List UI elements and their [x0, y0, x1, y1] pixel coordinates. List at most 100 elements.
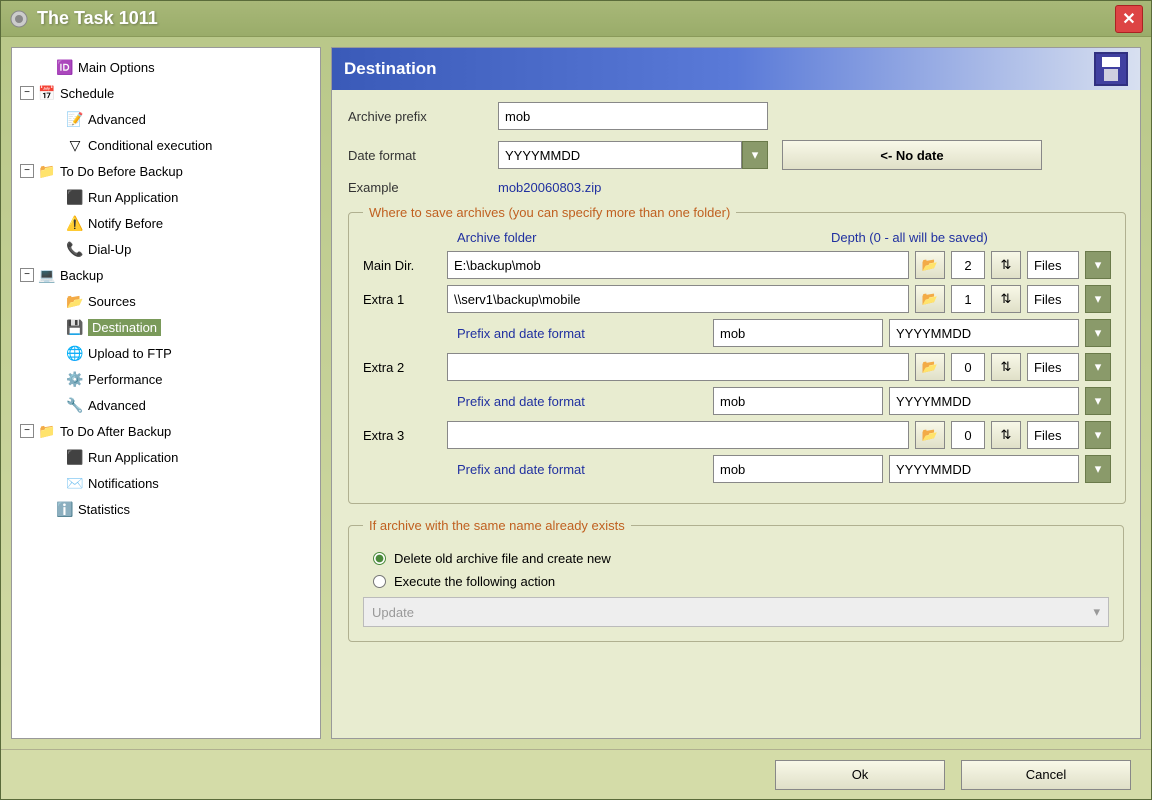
action-select-value: Update [372, 605, 414, 620]
updown-icon: ⇅ [1001, 427, 1012, 443]
radio-execute-row[interactable]: Execute the following action [373, 574, 1109, 589]
dir-path-input[interactable] [447, 353, 909, 381]
radio-execute[interactable] [373, 575, 386, 588]
dir-row-label: Extra 2 [363, 360, 441, 375]
tree-label: Notifications [88, 476, 159, 491]
prefix-input[interactable] [713, 319, 883, 347]
schedule-icon: 📅 [38, 84, 56, 102]
tree-node-conditional-execution[interactable]: ▽Conditional execution [16, 132, 316, 158]
tree-node-backup[interactable]: −💻Backup [16, 262, 316, 288]
tree-toggle[interactable]: − [20, 268, 34, 282]
unit-input[interactable] [1027, 251, 1079, 279]
tree-label: Upload to FTP [88, 346, 172, 361]
tree-label: Performance [88, 372, 162, 387]
tree-label: Statistics [78, 502, 130, 517]
radio-delete-row[interactable]: Delete old archive file and create new [373, 551, 1109, 566]
dir-row: Extra 3📂⇅▾ [363, 421, 1111, 449]
browse-button[interactable]: 📂 [915, 421, 945, 449]
depth-stepper[interactable]: ⇅ [991, 251, 1021, 279]
date-format-input[interactable] [498, 141, 742, 169]
dir-row: Extra 2 📂 ⇅ ▾ [363, 353, 1111, 381]
dfmt-dropdown[interactable]: ▾ [1085, 455, 1111, 483]
unit-input[interactable] [1027, 353, 1079, 381]
action-select: Update ▾ [363, 597, 1109, 627]
dfmt-input[interactable] [889, 387, 1079, 415]
unit-dropdown[interactable]: ▾ [1085, 251, 1111, 279]
nav-tree[interactable]: 🆔Main Options−📅Schedule📝Advanced▽Conditi… [11, 47, 321, 739]
tree-toggle[interactable]: − [20, 424, 34, 438]
unit-dropdown[interactable]: ▾ [1085, 353, 1111, 381]
unit-input[interactable] [1027, 421, 1079, 449]
tree-node-statistics[interactable]: ℹ️Statistics [16, 496, 316, 522]
tree-node-upload-to-ftp[interactable]: 🌐Upload to FTP [16, 340, 316, 366]
unit-dropdown[interactable]: ▾ [1085, 421, 1111, 449]
tree-node-advanced[interactable]: 📝Advanced [16, 106, 316, 132]
dir-path-input[interactable] [447, 285, 909, 313]
depth-stepper[interactable]: ⇅ [991, 285, 1021, 313]
tree-node-to-do-before-backup[interactable]: −📁To Do Before Backup [16, 158, 316, 184]
unit-input[interactable] [1027, 285, 1079, 313]
tree-node-to-do-after-backup[interactable]: −📁To Do After Backup [16, 418, 316, 444]
cancel-button[interactable]: Cancel [961, 760, 1131, 790]
depth-stepper[interactable]: ⇅ [991, 421, 1021, 449]
archive-exists-legend: If archive with the same name already ex… [363, 518, 631, 533]
tree-node-notifications[interactable]: ✉️Notifications [16, 470, 316, 496]
tree-label: Notify Before [88, 216, 163, 231]
tree-toggle[interactable]: − [20, 164, 34, 178]
tree-node-run-application[interactable]: ⬛Run Application [16, 184, 316, 210]
browse-button[interactable]: 📂 [915, 251, 945, 279]
tree-node-destination[interactable]: 💾Destination [16, 314, 316, 340]
advanced2-icon: 🔧 [66, 396, 84, 414]
date-format-dropdown[interactable]: ▾ [742, 141, 768, 169]
tree-node-sources[interactable]: 📂Sources [16, 288, 316, 314]
depth-input[interactable] [951, 285, 985, 313]
dir-row-label: Main Dir. [363, 258, 441, 273]
folder-open-icon: 📂 [922, 291, 938, 307]
tree-node-dial-up[interactable]: 📞Dial-Up [16, 236, 316, 262]
tree-node-main-options[interactable]: 🆔Main Options [16, 54, 316, 80]
browse-button[interactable]: 📂 [915, 285, 945, 313]
dir-row: Extra 1 📂 ⇅ ▾ [363, 285, 1111, 313]
tree-label: To Do After Backup [60, 424, 171, 439]
close-button[interactable]: ✕ [1115, 5, 1143, 33]
console-icon: ⬛ [66, 448, 84, 466]
dir-path-input[interactable] [447, 251, 909, 279]
console-icon: ⬛ [66, 188, 84, 206]
prefix-input[interactable] [713, 455, 883, 483]
radio-delete[interactable] [373, 552, 386, 565]
dfmt-dropdown[interactable]: ▾ [1085, 387, 1111, 415]
prefix-input[interactable] [713, 387, 883, 415]
dfmt-input[interactable] [889, 455, 1079, 483]
folder-open-icon: 📂 [922, 427, 938, 443]
dfmt-input[interactable] [889, 319, 1079, 347]
tree-toggle[interactable]: − [20, 86, 34, 100]
chevron-down-icon: ▾ [1093, 604, 1100, 620]
radio-execute-label: Execute the following action [394, 574, 555, 589]
depth-input[interactable] [951, 421, 985, 449]
tree-node-notify-before[interactable]: ⚠️Notify Before [16, 210, 316, 236]
depth-input[interactable] [951, 251, 985, 279]
archive-prefix-label: Archive prefix [348, 109, 498, 124]
updown-icon: ⇅ [1001, 359, 1012, 375]
depth-stepper[interactable]: ⇅ [991, 353, 1021, 381]
ok-button[interactable]: Ok [775, 760, 945, 790]
tree-node-schedule[interactable]: −📅Schedule [16, 80, 316, 106]
browse-button[interactable]: 📂 [915, 353, 945, 381]
prefix-date-row: Prefix and date format▾ [363, 387, 1111, 415]
dfmt-dropdown[interactable]: ▾ [1085, 319, 1111, 347]
archive-prefix-input[interactable] [498, 102, 768, 130]
tree-node-run-application[interactable]: ⬛Run Application [16, 444, 316, 470]
dialup-icon: 📞 [66, 240, 84, 258]
tree-node-advanced[interactable]: 🔧 Advanced [16, 392, 316, 418]
dir-row-label: Extra 1 [363, 292, 441, 307]
depth-input[interactable] [951, 353, 985, 381]
dir-path-input[interactable] [447, 421, 909, 449]
columns-header: Archive folder Depth (0 - all will be sa… [363, 230, 1111, 245]
unit-dropdown[interactable]: ▾ [1085, 285, 1111, 313]
window: The Task 1011 ✕ 🆔Main Options−📅Schedule📝… [0, 0, 1152, 800]
sources-icon: 📂 [66, 292, 84, 310]
funnel-icon: ▽ [66, 136, 84, 154]
tree-node-performance[interactable]: ⚙️Performance [16, 366, 316, 392]
tree-label: Advanced [88, 398, 146, 413]
no-date-button[interactable]: <- No date [782, 140, 1042, 170]
